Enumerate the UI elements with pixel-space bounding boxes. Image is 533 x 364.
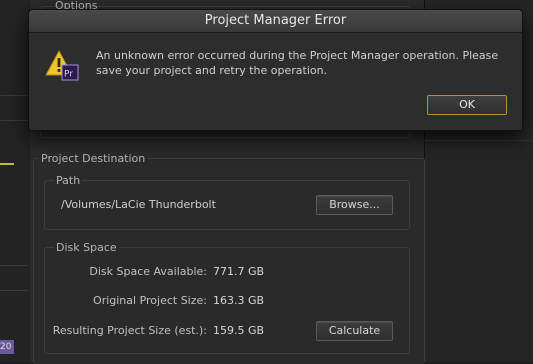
premiere-badge: Pr: [64, 70, 73, 80]
dialog-title: Project Manager Error: [29, 10, 522, 33]
disk-space-title: Disk Space: [54, 241, 119, 254]
timeline-divider: [0, 120, 28, 121]
resulting-size-value: 159.5 GB: [213, 324, 265, 337]
timeline-clip-label: 20: [0, 340, 14, 354]
dialog-message: An unknown error occurred during the Pro…: [96, 49, 499, 77]
timeline-divider: [0, 290, 28, 291]
ok-button[interactable]: OK: [427, 95, 507, 115]
path-value: /Volumes/LaCie Thunderbolt: [61, 198, 216, 211]
original-size-label: Original Project Size:: [93, 294, 207, 307]
calculate-button[interactable]: Calculate: [316, 321, 393, 341]
browse-button[interactable]: Browse...: [316, 195, 393, 215]
timeline-strip: [0, 0, 31, 363]
disk-available-label: Disk Space Available:: [89, 265, 207, 278]
original-size-value: 163.3 GB: [213, 294, 265, 307]
resulting-size-label: Resulting Project Size (est.):: [52, 324, 207, 337]
timeline-divider: [0, 265, 28, 266]
path-title: Path: [54, 174, 83, 187]
error-dialog: Project Manager Error Pr An unknown erro…: [28, 9, 523, 131]
timeline-divider: [0, 95, 28, 96]
disk-available-value: 771.7 GB: [213, 265, 265, 278]
project-destination-title: Project Destination: [39, 152, 148, 165]
warning-premiere-icon: Pr: [45, 48, 81, 82]
right-panel-divider: [424, 140, 533, 141]
playhead-marker: [0, 163, 14, 165]
